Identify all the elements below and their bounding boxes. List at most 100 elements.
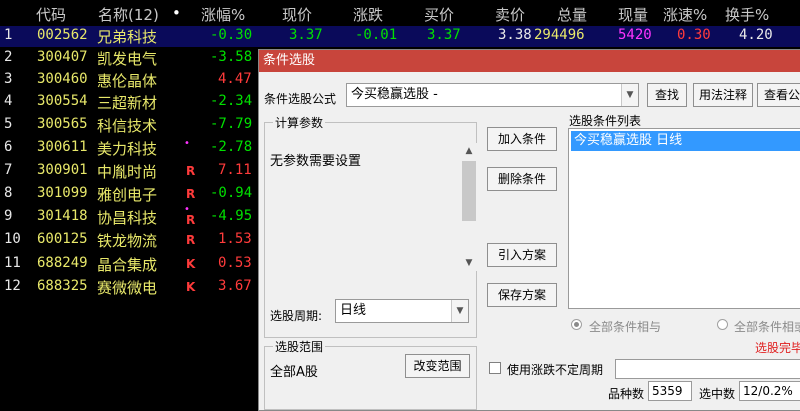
stock-code: 300611 (37, 139, 88, 155)
col-price[interactable]: 现价 (282, 4, 312, 25)
usage-note-button[interactable]: 用法注释 (693, 83, 753, 107)
period-select[interactable]: 日线 ▼ (335, 299, 469, 323)
row-index: 1 (4, 27, 13, 43)
pct-change: 7.11 (218, 162, 252, 178)
formula-select[interactable]: 今买稳赢选股 - ▼ (346, 83, 639, 107)
list-item[interactable]: 今买稳赢选股 日线 (571, 131, 800, 151)
range-value: 全部A股 (270, 365, 318, 380)
pct-change: -4.95 (210, 208, 253, 224)
save-plan-button[interactable]: 保存方案 (487, 283, 557, 307)
dialog-title[interactable]: 条件选股 (259, 50, 800, 72)
stock-name: 惠伦晶体 (97, 72, 158, 90)
col-name[interactable]: 名称(12) (98, 4, 159, 25)
stock-code: 600125 (37, 231, 88, 247)
calc-params-title: 计算参数 (273, 114, 326, 131)
star-market-flag: K (186, 280, 196, 294)
variable-period-field[interactable] (615, 359, 800, 379)
radio-or-label: 全部条件相或 (734, 320, 800, 334)
scroll-down-icon[interactable]: ▼ (461, 255, 477, 271)
formula-value: 今买稳赢选股 - (351, 87, 438, 102)
stock-name: 兄弟科技 (97, 28, 158, 46)
pct-change: -0.94 (210, 185, 253, 201)
row-index: 10 (4, 231, 21, 247)
stock-name: 三超新材 (97, 94, 158, 112)
col-dot: • (172, 4, 181, 22)
row-index: 4 (4, 93, 13, 109)
stock-code: 688325 (37, 278, 88, 294)
turnover: 4.20 (739, 27, 773, 43)
status-text: 选股完毕 (755, 341, 800, 355)
stock-code: 300554 (37, 93, 88, 109)
row-index: 6 (4, 139, 13, 155)
stock-name: 凯发电气 (97, 50, 158, 68)
pct-change: 4.47 (218, 71, 252, 87)
stock-name: 晶合集成 (97, 256, 158, 274)
params-scrollbar[interactable]: ▲ ▼ (461, 143, 477, 271)
ask-price: 3.38 (498, 27, 532, 43)
radio-or[interactable] (717, 319, 728, 330)
condition-list-label: 选股条件列表 (569, 114, 642, 128)
variable-period-checkbox[interactable] (489, 362, 501, 374)
financing-flag: R (186, 164, 196, 178)
find-button[interactable]: 查找 (647, 83, 687, 107)
col-speed[interactable]: 涨速% (663, 4, 707, 25)
stock-name: 美力科技 (97, 140, 158, 158)
row-index: 3 (4, 71, 13, 87)
row-index: 12 (4, 278, 21, 294)
range-title: 选股范围 (273, 338, 326, 355)
stock-code: 300407 (37, 49, 88, 65)
variable-period-label: 使用涨跌不定周期 (507, 363, 604, 377)
col-code[interactable]: 代码 (36, 4, 66, 25)
stock-code: 688249 (37, 255, 88, 271)
pct-change: 3.67 (218, 278, 252, 294)
import-plan-button[interactable]: 引入方案 (487, 243, 557, 267)
col-pct[interactable]: 涨幅% (201, 4, 245, 25)
radio-and[interactable] (571, 319, 582, 330)
row-index: 2 (4, 49, 13, 65)
stock-code: 300901 (37, 162, 88, 178)
no-params-text: 无参数需要设置 (270, 154, 362, 169)
stock-name: 科信技术 (97, 117, 158, 135)
stock-name: 中胤时尚 (97, 163, 158, 181)
view-formula-button[interactable]: 查看公式 (757, 83, 800, 107)
col-change[interactable]: 涨跌 (353, 4, 383, 25)
col-bid[interactable]: 买价 (424, 4, 454, 25)
pct-change: 1.53 (218, 231, 252, 247)
count-label: 品种数 (608, 387, 645, 401)
calc-params-group: 计算参数 无参数需要设置 ▲ ▼ 选股周期: 日线 ▼ (264, 114, 477, 338)
stock-name: 铁龙物流 (97, 232, 158, 250)
change-range-button[interactable]: 改变范围 (405, 354, 470, 378)
period-value: 日线 (340, 303, 367, 318)
row-index: 11 (4, 255, 21, 271)
financing-flag: R (186, 233, 196, 247)
chevron-down-icon[interactable]: ▼ (451, 300, 468, 322)
range-group: 选股范围 全部A股 改变范围 (264, 338, 477, 410)
col-turnover[interactable]: 换手% (725, 4, 769, 25)
pct-change: -7.79 (210, 116, 253, 132)
table-row[interactable]: 1 002562 兄弟科技 -0.30 3.37 -0.01 3.37 3.38… (0, 26, 800, 47)
pct-change: -0.30 (210, 27, 253, 43)
scroll-up-icon[interactable]: ▲ (461, 143, 477, 159)
col-ask[interactable]: 卖价 (495, 4, 525, 25)
stock-name: 雅创电子 (97, 186, 158, 204)
marker-dot-icon: • (184, 138, 190, 149)
period-label: 选股周期: (270, 309, 323, 323)
delete-condition-button[interactable]: 删除条件 (487, 167, 557, 191)
col-volume[interactable]: 总量 (557, 4, 587, 25)
scroll-thumb[interactable] (462, 161, 476, 221)
stock-name: 赛微微电 (97, 279, 158, 297)
stock-code: 002562 (37, 27, 88, 43)
condition-list[interactable]: 今买稳赢选股 日线 (568, 128, 800, 309)
col-current-vol[interactable]: 现量 (618, 4, 648, 25)
pct-change: -2.78 (210, 139, 253, 155)
pct-change: 0.53 (218, 255, 252, 271)
stock-name: 协昌科技 (97, 209, 158, 227)
chevron-down-icon[interactable]: ▼ (621, 84, 638, 106)
row-index: 8 (4, 185, 13, 201)
stock-code: 300565 (37, 116, 88, 132)
row-index: 7 (4, 162, 13, 178)
add-condition-button[interactable]: 加入条件 (487, 127, 557, 151)
current-volume: 5420 (618, 27, 652, 43)
stock-code: 301418 (37, 208, 88, 224)
row-index: 9 (4, 208, 13, 224)
